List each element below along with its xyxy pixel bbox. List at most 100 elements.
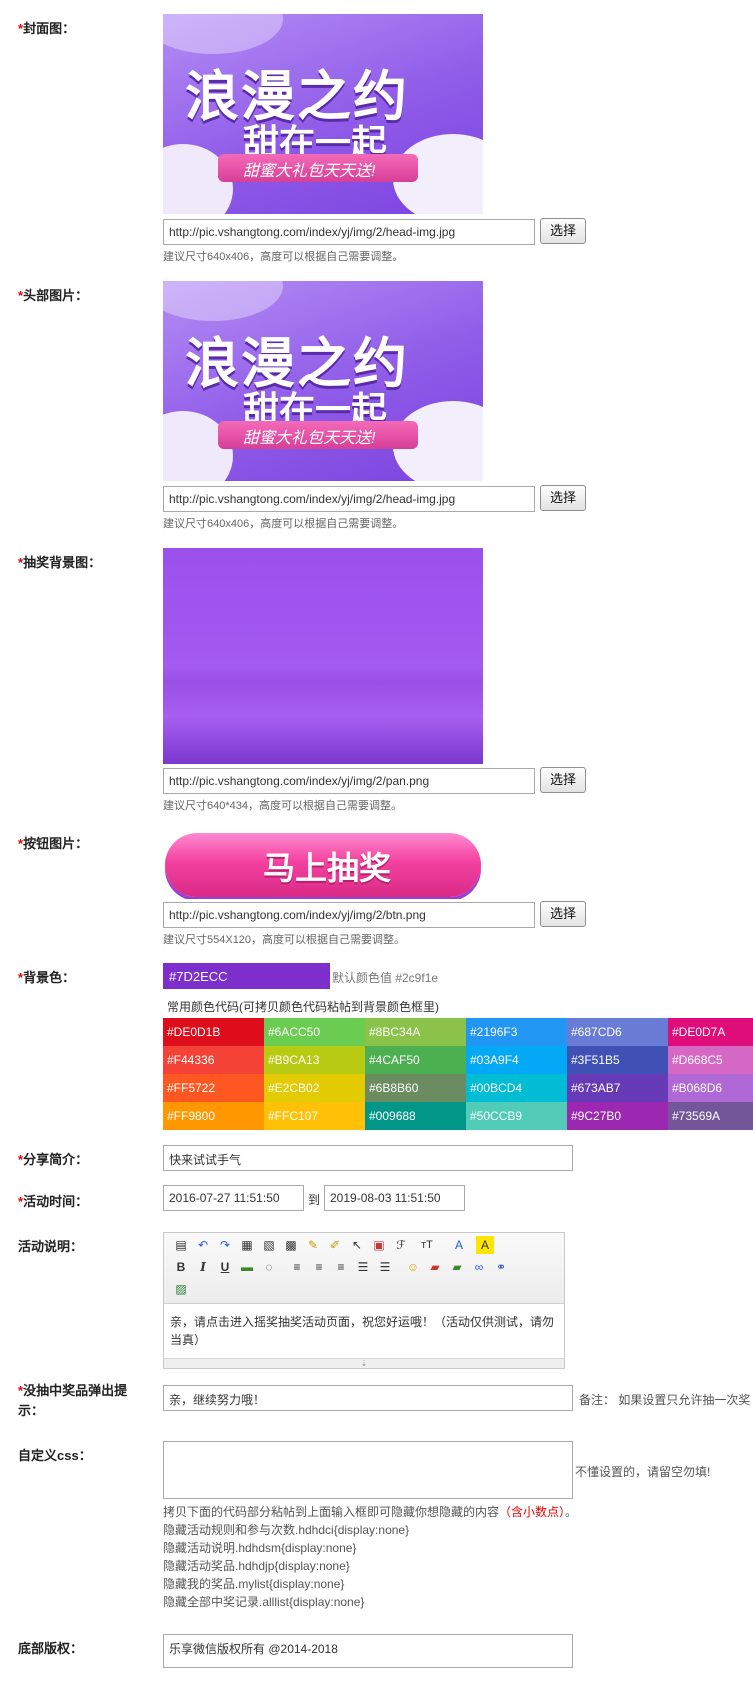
color-swatch[interactable]: #6B8B60 <box>365 1074 466 1102</box>
fullscreen-icon[interactable]: ▣ <box>370 1236 388 1254</box>
color-swatch[interactable]: #2196F3 <box>466 1018 567 1046</box>
bold-icon[interactable]: B <box>172 1258 190 1276</box>
color-swatch[interactable]: #FF9800 <box>163 1102 264 1130</box>
color-swatch[interactable]: #E2CB02 <box>264 1074 365 1102</box>
paste-text-icon[interactable]: ▧ <box>260 1236 278 1254</box>
desc-label: 活动说明： <box>18 1239 84 1254</box>
cover-url-input[interactable]: http://pic.vshangtong.com/index/yj/img/2… <box>163 219 535 245</box>
bg-color-input[interactable]: #7D2ECC <box>163 963 330 989</box>
css-example-line: 隐藏活动奖品.hdhdjp{display:none} <box>163 1559 350 1573</box>
italic-icon[interactable]: I <box>194 1258 212 1276</box>
select-all-icon[interactable]: ↖ <box>348 1236 366 1254</box>
font-family-icon[interactable]: ℱ <box>392 1236 410 1254</box>
paste-word-icon[interactable]: ▩ <box>282 1236 300 1254</box>
no-prize-note: 备注： 如果设置只允许抽一次奖 <box>579 1393 751 1407</box>
time-separator: 到 <box>308 1193 321 1207</box>
color-swatch[interactable]: #00BCD4 <box>466 1074 567 1102</box>
color-swatch[interactable]: #B068D6 <box>668 1074 753 1102</box>
insert-line-icon[interactable]: ▬ <box>238 1258 256 1276</box>
button-image-label: *按钮图片： <box>18 836 89 851</box>
undo-icon[interactable]: ↶ <box>194 1236 212 1254</box>
color-swatch[interactable]: #D668C5 <box>668 1046 753 1074</box>
ordered-list-icon[interactable]: ☰ <box>354 1258 372 1276</box>
color-swatch[interactable]: #03A9F4 <box>466 1046 567 1074</box>
css-example-line: 隐藏我的奖品.mylist{display:none} <box>163 1577 345 1591</box>
color-swatch[interactable]: #B9CA13 <box>264 1046 365 1074</box>
format-brush-icon[interactable]: ✎ <box>304 1236 322 1254</box>
font-color-icon[interactable]: A <box>450 1236 468 1254</box>
color-palette: #DE0D1B #6ACC50 #8BC34A #2196F3 #687CD6 #DE0D… <box>163 1018 753 1130</box>
custom-css-textarea[interactable] <box>163 1441 573 1499</box>
source-icon[interactable]: ▤ <box>172 1236 190 1254</box>
color-swatch[interactable]: #F44336 <box>163 1046 264 1074</box>
banner-ribbon: 甜蜜大礼包天天送! <box>243 430 376 447</box>
paste-icon[interactable]: ▦ <box>238 1236 256 1254</box>
color-swatch[interactable]: #FFC107 <box>264 1102 365 1130</box>
color-swatch[interactable]: #9C27B0 <box>567 1102 668 1130</box>
editor-content[interactable]: 亲，请点击进入摇奖抽奖活动页面，祝您好运哦！（活动仅供测试，请勿当真） <box>170 1313 558 1349</box>
insert-image-icon[interactable]: ▰ <box>426 1258 444 1276</box>
css-example-line: 隐藏全部中奖记录.alllist{display:none} <box>163 1595 365 1609</box>
custom-css-label: 自定义css： <box>18 1448 92 1463</box>
palette-title: 常用颜色代码(可拷贝颜色代码粘帖到背景颜色框里) <box>167 1000 439 1014</box>
button-image-select-button[interactable]: 选择 <box>540 901 586 927</box>
font-size-icon[interactable]: тT <box>418 1236 436 1254</box>
unlink-icon[interactable]: ⚭ <box>492 1258 510 1276</box>
emoticon-icon[interactable]: ☺ <box>404 1258 422 1276</box>
color-swatch[interactable]: #673AB7 <box>567 1074 668 1102</box>
lottery-bg-preview <box>163 548 483 764</box>
image-icon[interactable]: ▨ <box>172 1280 190 1298</box>
insert-media-icon[interactable]: ▰ <box>448 1258 466 1276</box>
color-swatch[interactable]: #009688 <box>365 1102 466 1130</box>
color-swatch[interactable]: #73569A <box>668 1102 753 1130</box>
link-icon[interactable]: ∞ <box>470 1258 488 1276</box>
header-url-input[interactable]: http://pic.vshangtong.com/index/yj/img/2… <box>163 486 535 512</box>
banner-ribbon: 甜蜜大礼包天天送! <box>243 163 376 180</box>
lottery-button-text: 马上抽奖 <box>263 849 392 887</box>
custom-css-side-note: 不懂设置的，请留空勿填! <box>575 1465 711 1479</box>
clear-format-icon[interactable]: ✐ <box>326 1236 344 1254</box>
bg-color-label: *背景色： <box>18 970 76 985</box>
eraser-icon[interactable]: ◌ <box>260 1258 278 1276</box>
cover-select-button[interactable]: 选择 <box>540 218 586 244</box>
css-example-line: 隐藏活动规则和参与次数.hdhdci{display:none} <box>163 1523 410 1537</box>
editor-toolbar: ▤ ↶ ↷ ▦ ▧ ▩ ✎ ✐ ↖ ▣ ℱ тT A A B I U ▬ ◌ ≡… <box>164 1233 564 1304</box>
css-example-line: 隐藏活动说明.hdhdsm{display:none} <box>163 1541 357 1555</box>
highlight-color-icon[interactable]: A <box>476 1236 494 1254</box>
no-prize-input[interactable]: 亲，继续努力哦！ <box>163 1385 573 1411</box>
color-swatch[interactable]: #4CAF50 <box>365 1046 466 1074</box>
header-hint: 建议尺寸640x406，高度可以根据自己需要调整。 <box>163 518 404 530</box>
end-time-input[interactable]: 2019-08-03 11:51:50 <box>324 1185 465 1211</box>
lottery-bg-label: *抽奖背景图： <box>18 555 102 570</box>
start-time-input[interactable]: 2016-07-27 11:51:50 <box>163 1185 304 1211</box>
custom-css-examples: 隐藏活动规则和参与次数.hdhdci{display:none} 隐藏活动说明.h… <box>163 1521 563 1611</box>
rich-text-editor: ▤ ↶ ↷ ▦ ▧ ▩ ✎ ✐ ↖ ▣ ℱ тT A A B I U ▬ ◌ ≡… <box>163 1232 565 1369</box>
header-select-button[interactable]: 选择 <box>540 485 586 511</box>
footer-label: 底部版权： <box>18 1641 84 1656</box>
bg-color-default-note: 默认颜色值 #2c9f1e <box>332 971 439 985</box>
underline-icon[interactable]: U <box>216 1258 234 1276</box>
color-swatch[interactable]: #50CCB9 <box>466 1102 567 1130</box>
lottery-bg-url-input[interactable]: http://pic.vshangtong.com/index/yj/img/2… <box>163 768 535 794</box>
color-swatch[interactable]: #FF5722 <box>163 1074 264 1102</box>
header-image-preview: 浪漫之约 甜在一起 甜蜜大礼包天天送! <box>163 281 483 481</box>
color-swatch[interactable]: #DE0D7A <box>668 1018 753 1046</box>
button-image-hint: 建议尺寸554X120，高度可以根据自己需要调整。 <box>163 934 406 946</box>
color-swatch[interactable]: #3F51B5 <box>567 1046 668 1074</box>
color-swatch[interactable]: #6ACC50 <box>264 1018 365 1046</box>
color-swatch[interactable]: #687CD6 <box>567 1018 668 1046</box>
button-image-url-input[interactable]: http://pic.vshangtong.com/index/yj/img/2… <box>163 902 535 928</box>
cover-image-preview: 浪漫之约 甜在一起 甜蜜大礼包天天送! <box>163 14 483 214</box>
redo-icon[interactable]: ↷ <box>216 1236 234 1254</box>
cover-label: *封面图： <box>18 21 76 36</box>
color-swatch[interactable]: #DE0D1B <box>163 1018 264 1046</box>
editor-resize-handle[interactable]: ⇣ <box>164 1358 564 1368</box>
footer-input[interactable]: 乐享微信版权所有 @2014-2018 <box>163 1634 573 1668</box>
align-right-icon[interactable]: ≡ <box>332 1258 350 1276</box>
lottery-bg-select-button[interactable]: 选择 <box>540 767 586 793</box>
color-swatch[interactable]: #8BC34A <box>365 1018 466 1046</box>
share-input[interactable]: 快来试试手气 <box>163 1145 573 1171</box>
unordered-list-icon[interactable]: ☰ <box>376 1258 394 1276</box>
align-center-icon[interactable]: ≡ <box>310 1258 328 1276</box>
align-left-icon[interactable]: ≡ <box>288 1258 306 1276</box>
